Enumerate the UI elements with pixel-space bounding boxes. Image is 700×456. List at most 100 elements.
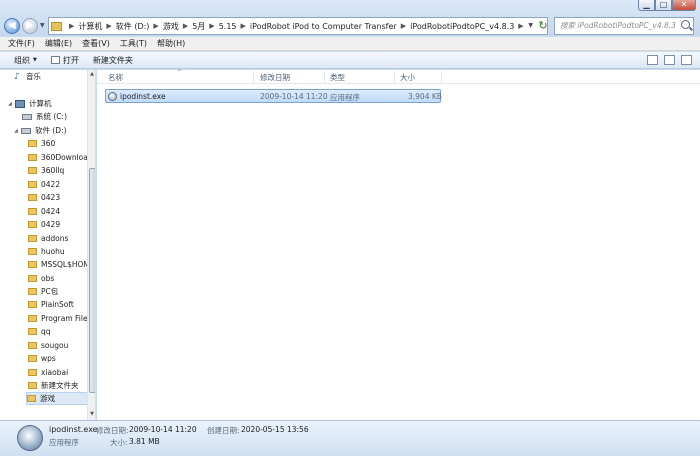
sidebar-item-drive-d[interactable]: ◢ 软件 (D:) (14, 124, 95, 137)
breadcrumb-separator[interactable]: ▶ (518, 22, 523, 30)
back-button[interactable]: ◀ (4, 18, 20, 34)
open-button[interactable]: 打开 (50, 55, 79, 66)
menu-help[interactable]: 帮助(H) (157, 38, 185, 49)
scrollbar-thumb[interactable] (89, 168, 95, 393)
folder-icon (28, 154, 37, 161)
menu-tools[interactable]: 工具(T) (120, 38, 147, 49)
sidebar-item-folder[interactable]: 0422 (28, 178, 95, 191)
sidebar-item-folder[interactable]: 360llq (28, 164, 95, 177)
search-icon[interactable] (681, 20, 690, 29)
breadcrumb-separator[interactable]: ▶ (241, 22, 246, 30)
open-label: 打开 (62, 55, 79, 65)
sidebar-item-label: 360 (41, 139, 56, 148)
help-icon[interactable] (681, 55, 692, 65)
sidebar-item-folder[interactable]: PlainSoft (28, 298, 95, 311)
refresh-icon[interactable]: ↻ (536, 18, 550, 34)
column-divider[interactable] (394, 71, 395, 83)
sidebar-item-drive-c[interactable]: 系统 (C:) (22, 110, 95, 123)
column-divider[interactable] (253, 71, 254, 83)
maximize-button[interactable]: □ (655, 0, 672, 11)
column-header-size[interactable]: 大小 (400, 72, 415, 83)
breadcrumb-5-15[interactable]: 5.15 (219, 22, 237, 31)
address-dropdown-icon[interactable]: ▼ (528, 22, 533, 29)
breadcrumb-drive-d[interactable]: 软件 (D:) (116, 21, 150, 32)
breadcrumb-separator[interactable]: ▶ (106, 22, 111, 30)
sidebar-item-folder[interactable]: obs (28, 272, 95, 285)
preview-pane-icon[interactable] (664, 55, 675, 65)
sidebar-item-folder[interactable]: addons (28, 232, 95, 245)
scroll-down-icon[interactable]: ▼ (88, 411, 95, 417)
details-pane: ipodinst.exe 应用程序 修改日期: 2009-10-14 11:20… (0, 420, 700, 456)
expander-icon[interactable]: ◢ (8, 101, 15, 107)
breadcrumb-separator[interactable]: ▶ (401, 22, 406, 30)
sidebar-item-music[interactable]: ♪ 音乐 (14, 70, 95, 83)
folder-icon (28, 382, 37, 389)
column-header-type[interactable]: 类型 (330, 72, 345, 83)
sidebar-item-folder[interactable]: 0424 (28, 205, 95, 218)
sidebar-item-folder[interactable]: xiaobai (28, 366, 95, 379)
breadcrumb-separator[interactable]: ▶ (209, 22, 214, 30)
column-header-modified[interactable]: 修改日期 (260, 72, 290, 83)
sidebar-item-folder[interactable]: Program Files (28, 312, 95, 325)
navigation-scrollbar[interactable]: ▲ ▼ (87, 70, 95, 420)
file-name: ipodinst.exe (120, 92, 166, 101)
sidebar-item-folder[interactable]: wps (28, 352, 95, 365)
sidebar-item-folder[interactable]: PC包 (28, 285, 95, 298)
table-row[interactable]: ipodinst.exe 2009-10-14 11:20 应用程序 3,904… (105, 89, 442, 103)
sidebar-item-computer[interactable]: ◢ 计算机 (8, 97, 95, 110)
expander-icon[interactable]: ◢ (14, 128, 21, 134)
breadcrumb-current-folder[interactable]: iPodRobotiPodtoPC_v4.8.3 (410, 22, 514, 31)
details-type: 应用程序 (49, 438, 79, 447)
column-header-name[interactable]: 名称 (108, 72, 123, 83)
scroll-up-icon[interactable]: ▲ (88, 71, 95, 77)
sidebar-item-label: wps (41, 354, 56, 363)
folder-icon (28, 167, 37, 174)
column-divider[interactable] (324, 71, 325, 83)
sidebar-item-folder[interactable]: qq (28, 325, 95, 338)
sidebar-item-folder[interactable]: 0429 (28, 218, 95, 231)
command-bar: 组织 ▼ 打开 新建文件夹 (0, 52, 700, 69)
breadcrumb-separator[interactable]: ▶ (183, 22, 188, 30)
sidebar-item-folder-selected[interactable]: 游戏 (26, 392, 88, 405)
sidebar-item-label: obs (41, 274, 55, 283)
search-input[interactable]: 搜索 iPodRobotiPodtoPC_v4.8.3 (554, 17, 694, 35)
sidebar-item-folder[interactable]: 新建文件夹 (28, 379, 95, 392)
sidebar-item-folder[interactable]: huohu (28, 245, 95, 258)
sidebar-item-label: Program Files (41, 314, 92, 323)
folder-icon (28, 355, 37, 362)
forward-button[interactable]: ▶ (22, 18, 38, 34)
folder-icon (27, 395, 36, 402)
minimize-button[interactable]: ▁ (638, 0, 655, 11)
column-divider[interactable] (441, 71, 442, 83)
details-size-value: 3.81 MB (129, 437, 160, 446)
folder-icon (28, 181, 37, 188)
breadcrumb-may[interactable]: 5月 (192, 21, 205, 32)
organize-button[interactable]: 组织 ▼ (14, 55, 37, 66)
folder-icon (28, 328, 37, 335)
view-controls (647, 55, 692, 65)
breadcrumb-ipodrobot[interactable]: iPodRobot iPod to Computer Transfer (250, 22, 397, 31)
address-bar[interactable]: ▶ 计算机 ▶ 软件 (D:) ▶ 游戏 ▶ 5月 ▶ 5.15 ▶ iPodR… (48, 17, 548, 35)
breadcrumb-computer[interactable]: 计算机 (78, 21, 102, 32)
title-bar: ▁ □ ✕ ◀ ▶ ▼ ▶ 计算机 ▶ 软件 (D:) ▶ 游戏 ▶ 5月 ▶ … (0, 0, 700, 36)
recent-pages-dropdown[interactable]: ▼ (40, 22, 45, 29)
sidebar-item-folder[interactable]: 360 (28, 137, 95, 150)
folder-icon (28, 194, 37, 201)
menu-edit[interactable]: 编辑(E) (45, 38, 72, 49)
file-list-pane: ^ 名称 修改日期 类型 大小 ipodinst.exe 2009-10-14 … (97, 69, 700, 420)
sidebar-item-folder[interactable]: 360Download (28, 151, 95, 164)
new-folder-button[interactable]: 新建文件夹 (93, 55, 133, 66)
sidebar-item-folder[interactable]: MSSQL$HOM (28, 258, 95, 271)
change-view-icon[interactable] (647, 55, 658, 65)
close-button[interactable]: ✕ (672, 0, 696, 11)
breadcrumb-separator[interactable]: ▶ (153, 22, 158, 30)
breadcrumb-games[interactable]: 游戏 (163, 21, 179, 32)
music-icon: ♪ (14, 71, 20, 82)
sidebar-item-label: addons (41, 234, 69, 243)
sidebar-item-folder[interactable]: 0423 (28, 191, 95, 204)
menu-file[interactable]: 文件(F) (8, 38, 35, 49)
sidebar-item-folder[interactable]: sougou (28, 339, 95, 352)
folder-icon (28, 261, 37, 268)
menu-view[interactable]: 查看(V) (82, 38, 110, 49)
sidebar-item-label: huohu (41, 247, 65, 256)
